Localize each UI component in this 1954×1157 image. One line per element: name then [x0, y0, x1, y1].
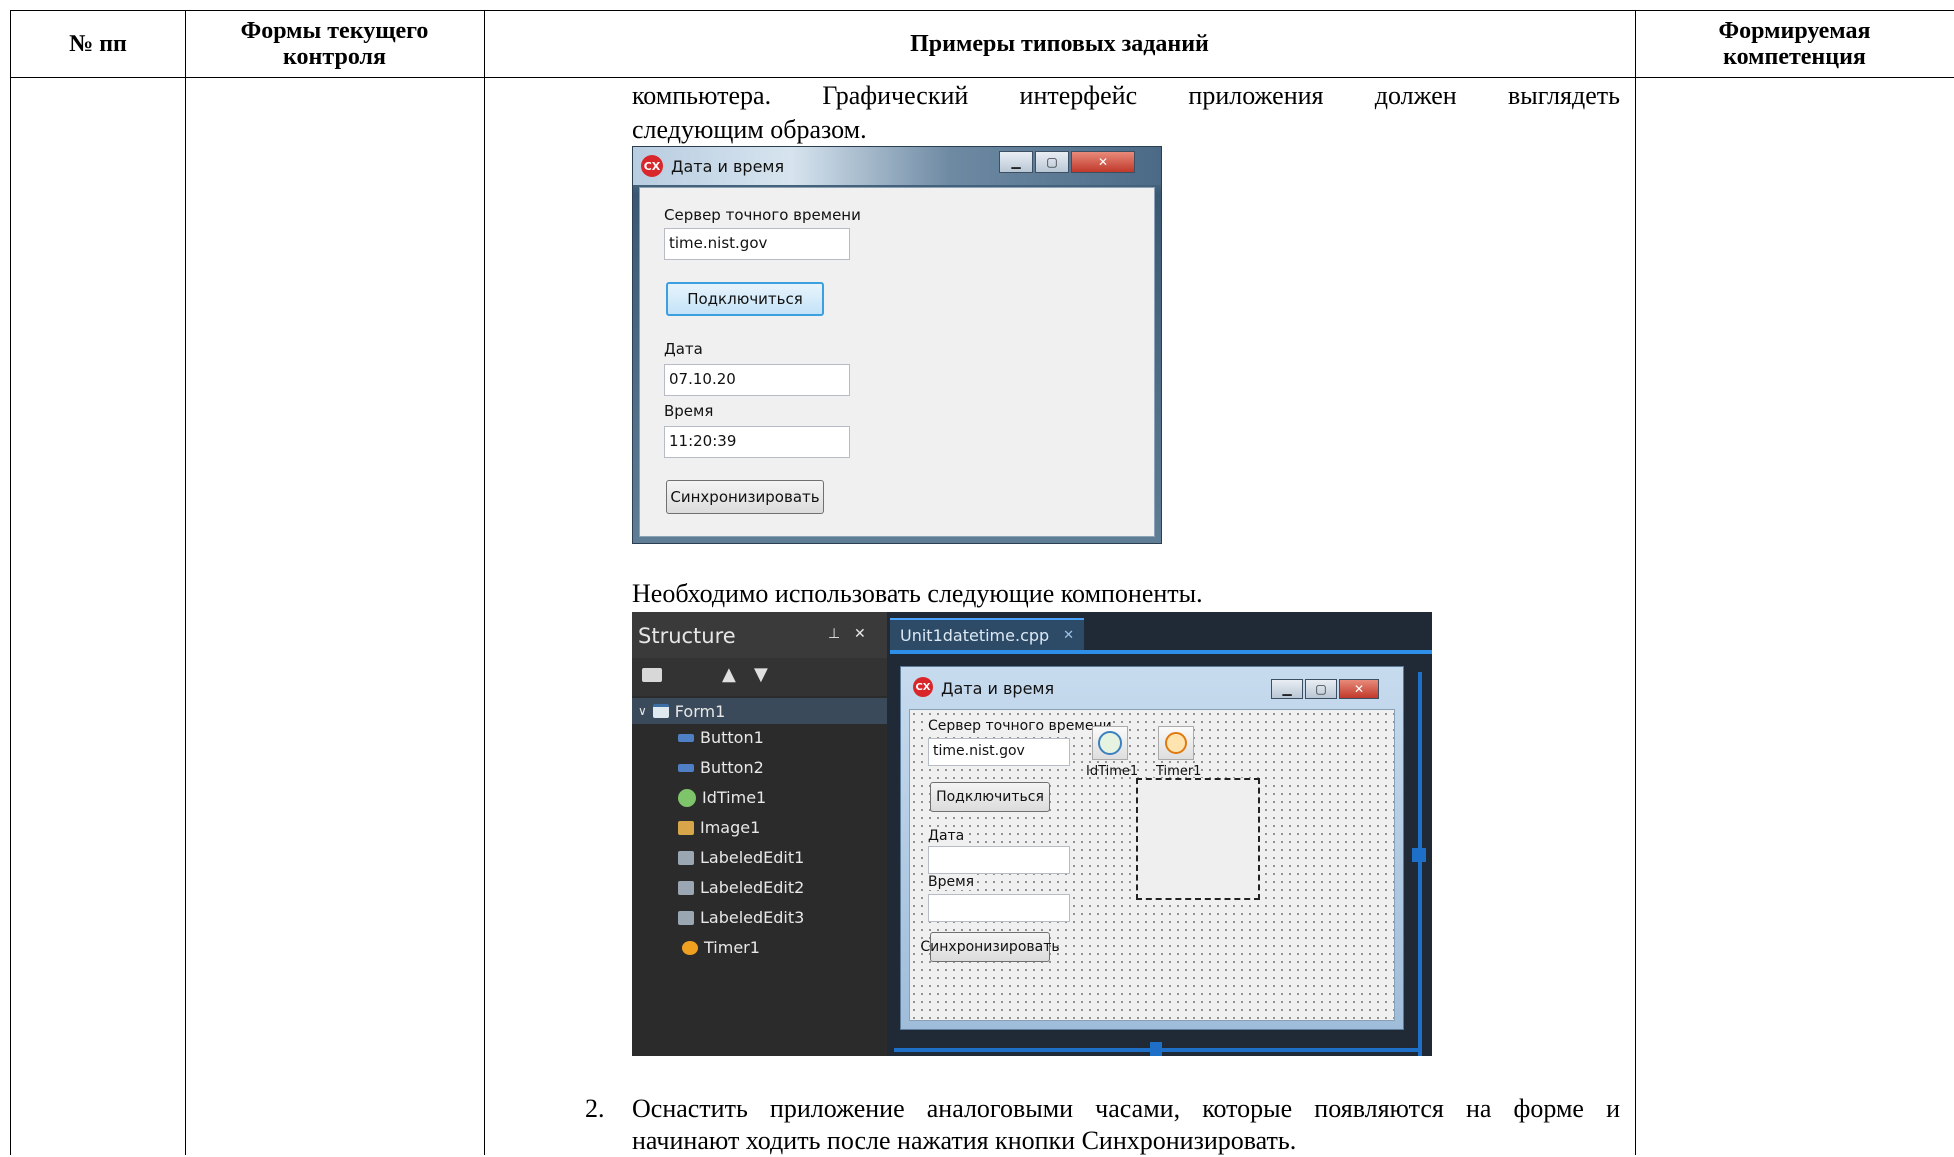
header-forms: Формы текущего контроля	[240, 18, 429, 70]
maximize-icon: ▢	[1305, 679, 1337, 699]
clock-icon	[1098, 731, 1122, 755]
task-item-2-line2: начинают ходить после нажатия кнопки Син…	[632, 1126, 1297, 1155]
date-label: Дата	[928, 828, 965, 844]
components-intro: Необходимо использовать следующие компон…	[632, 579, 1203, 608]
resize-handle[interactable]	[1150, 1042, 1162, 1056]
tree-item-label: Button1	[700, 728, 764, 747]
tree-item-labelededit3[interactable]: LabeledEdit3	[678, 908, 804, 927]
chevron-down-icon: ∨	[638, 704, 647, 718]
text-line: компьютера. Графический интерфейс прилож…	[632, 81, 1620, 110]
list-number: 2.	[585, 1094, 605, 1123]
tab-label: Unit1datetime.cpp	[900, 625, 1050, 645]
tree-item-label: Image1	[700, 818, 761, 837]
arrow-down-icon[interactable]: ▼	[754, 664, 768, 685]
tree-item-button1[interactable]: Button1	[678, 728, 764, 747]
time-label: Время	[928, 874, 975, 890]
tree-item-label: Timer1	[704, 938, 760, 957]
timer-component[interactable]	[1158, 726, 1194, 760]
designer-right-rail	[1418, 672, 1422, 1056]
text-line: следующим образом.	[632, 115, 867, 144]
date-field[interactable]	[928, 846, 1070, 874]
timer-label: Timer1	[1156, 764, 1202, 779]
structure-panel: Structure ⊥ ✕ ▲ ▼ ∨ Form1 Button1 Button…	[632, 612, 887, 1056]
folder-icon[interactable]	[642, 668, 662, 682]
tree-item-form1[interactable]: ∨ Form1	[632, 698, 887, 724]
app-logo-icon: CX	[913, 677, 933, 697]
tab-unit1datetime[interactable]: Unit1datetime.cpp ✕	[890, 618, 1085, 650]
designer-form[interactable]: CX Дата и время ▁ ▢ ✕ Сервер точного вре…	[900, 666, 1404, 1030]
header-number: № пп	[69, 31, 127, 57]
header-divider	[11, 77, 1954, 78]
connect-button[interactable]: Подключиться	[666, 282, 824, 316]
button-icon	[678, 763, 694, 772]
server-label: Сервер точного времени	[664, 206, 861, 224]
connect-button[interactable]: Подключиться	[930, 782, 1050, 812]
app-window-screenshot: CX Дата и время ▁ ▢ ✕ Сервер точного вре…	[632, 146, 1162, 544]
timer-icon	[682, 940, 698, 955]
column-divider	[484, 11, 485, 1155]
tree-item-labelededit1[interactable]: LabeledEdit1	[678, 848, 804, 867]
form-title: Дата и время	[941, 679, 1055, 698]
labeled-edit-icon	[678, 910, 694, 925]
window-title: Дата и время	[671, 157, 785, 176]
image-icon	[678, 820, 694, 835]
tree-item-label: LabeledEdit3	[700, 908, 805, 927]
window-client-area: Сервер точного времени time.nist.gov Под…	[639, 187, 1155, 537]
pin-icon[interactable]: ⊥	[828, 626, 840, 642]
arrow-up-icon[interactable]: ▲	[722, 664, 736, 685]
tree-item-button2[interactable]: Button2	[678, 758, 764, 777]
tree-item-labelededit2[interactable]: LabeledEdit2	[678, 878, 804, 897]
tree-item-label: LabeledEdit1	[700, 848, 805, 867]
tree-item-label: Form1	[674, 701, 726, 721]
timer-icon	[1165, 732, 1187, 754]
column-divider	[185, 11, 186, 1155]
tree-item-image1[interactable]: Image1	[678, 818, 760, 837]
task-item-2-line1: Оснастить приложение аналоговыми часами,…	[632, 1094, 1620, 1123]
form-icon	[652, 704, 669, 718]
server-label: Сервер точного времени	[928, 718, 1112, 734]
server-input[interactable]: time.nist.gov	[664, 228, 850, 260]
resize-handle[interactable]	[1412, 848, 1426, 862]
sync-button[interactable]: Синхронизировать	[920, 932, 1060, 962]
sync-button[interactable]: Синхронизировать	[666, 480, 824, 514]
date-label: Дата	[664, 340, 703, 358]
time-field[interactable]: 11:20:39	[664, 426, 850, 458]
date-field[interactable]: 07.10.20	[664, 364, 850, 396]
tree-item-label: IdTime1	[702, 788, 767, 807]
clock-icon	[678, 788, 696, 807]
header-examples: Примеры типовых заданий	[910, 31, 1209, 57]
column-divider	[1635, 11, 1636, 1155]
form-design-surface: Сервер точного времени time.nist.gov IdT…	[909, 709, 1395, 1021]
structure-header: Structure ⊥ ✕	[632, 612, 887, 658]
idtime-component[interactable]	[1092, 726, 1128, 760]
maximize-icon[interactable]: ▢	[1035, 151, 1069, 173]
image-placeholder[interactable]	[1136, 778, 1260, 900]
close-icon: ✕	[1339, 679, 1379, 699]
close-icon[interactable]: ✕	[1071, 151, 1135, 173]
ide-screenshot: Structure ⊥ ✕ ▲ ▼ ∨ Form1 Button1 Button…	[632, 612, 1432, 1056]
tree-item-timer1[interactable]: Timer1	[682, 938, 760, 957]
close-icon[interactable]: ✕	[1063, 628, 1074, 643]
app-logo-icon: CX	[641, 155, 663, 177]
tab-underline	[890, 650, 1432, 654]
header-competence: Формируемая компетенция	[1718, 18, 1871, 70]
button-icon	[678, 733, 694, 742]
labeled-edit-icon	[678, 850, 694, 865]
tree-item-idtime1[interactable]: IdTime1	[678, 788, 766, 807]
tree-item-label: LabeledEdit2	[700, 878, 805, 897]
server-input[interactable]: time.nist.gov	[928, 738, 1070, 766]
tree-item-label: Button2	[700, 758, 764, 777]
structure-title: Structure	[638, 624, 736, 648]
time-label: Время	[664, 402, 714, 420]
minimize-icon: ▁	[1271, 679, 1303, 699]
labeled-edit-icon	[678, 880, 694, 895]
close-icon[interactable]: ✕	[854, 626, 866, 642]
minimize-icon[interactable]: ▁	[999, 151, 1033, 173]
idtime-label: IdTime1	[1086, 764, 1139, 779]
title-bar: CX Дата и время ▁ ▢ ✕	[633, 147, 1161, 185]
time-field[interactable]	[928, 894, 1070, 922]
structure-toolbar: ▲ ▼	[632, 658, 887, 696]
